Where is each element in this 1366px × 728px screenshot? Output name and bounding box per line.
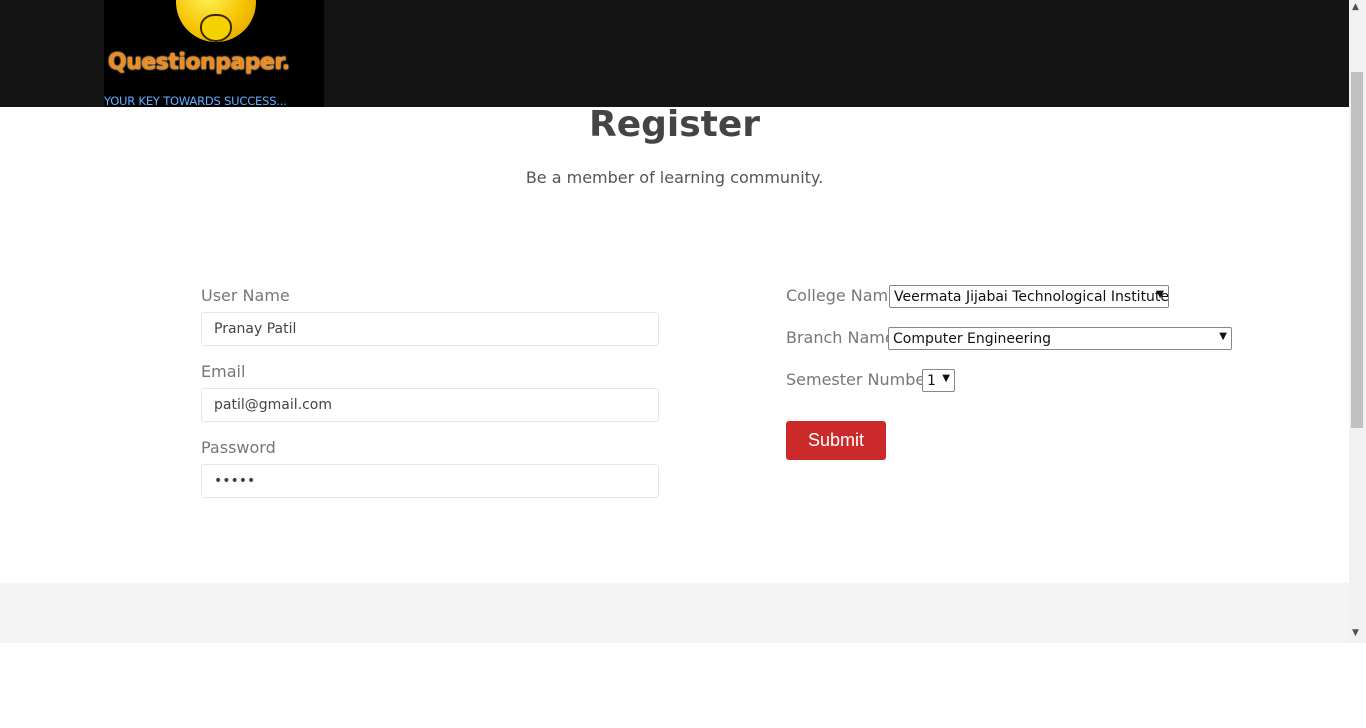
dropdown-arrow-icon: ▼ bbox=[942, 373, 950, 384]
email-value: patil@gmail.com bbox=[214, 397, 332, 413]
semester-selected-value: 1 bbox=[927, 372, 936, 389]
page-title: Register bbox=[588, 104, 761, 145]
password-input[interactable]: ••••• bbox=[201, 464, 659, 498]
page: Questionpaper. YOUR KEY TOWARDS SUCCESS.… bbox=[0, 0, 1349, 643]
footer bbox=[0, 583, 1349, 643]
username-label: User Name bbox=[201, 286, 290, 305]
page-subtitle: Be a member of learning community. bbox=[525, 168, 824, 187]
password-value: ••••• bbox=[214, 473, 256, 489]
username-input[interactable]: Pranay Patil bbox=[201, 312, 659, 346]
scroll-down-arrow-icon[interactable]: ▼ bbox=[1352, 628, 1359, 638]
college-selected-value: Veermata Jijabai Technological Institute bbox=[894, 288, 1170, 305]
logo-brand-text: Questionpaper. bbox=[108, 50, 290, 75]
site-logo[interactable]: Questionpaper. YOUR KEY TOWARDS SUCCESS.… bbox=[104, 0, 324, 107]
dropdown-arrow-icon: ▼ bbox=[1156, 289, 1164, 300]
college-select[interactable]: Veermata Jijabai Technological Institute… bbox=[889, 285, 1169, 308]
branch-label: Branch Name bbox=[786, 328, 895, 347]
submit-button[interactable]: Submit bbox=[786, 421, 886, 460]
scroll-thumb[interactable] bbox=[1351, 72, 1363, 428]
username-value: Pranay Patil bbox=[214, 321, 297, 337]
scroll-up-arrow-icon[interactable]: ▲ bbox=[1352, 2, 1359, 12]
vertical-scrollbar[interactable]: ▲ ▼ bbox=[1349, 0, 1366, 643]
top-navbar: Questionpaper. YOUR KEY TOWARDS SUCCESS.… bbox=[0, 0, 1349, 107]
semester-label: Semester Number bbox=[786, 370, 932, 389]
email-label: Email bbox=[201, 362, 246, 381]
email-input[interactable]: patil@gmail.com bbox=[201, 388, 659, 422]
dropdown-arrow-icon: ▼ bbox=[1219, 331, 1227, 342]
smiley-hand-icon bbox=[200, 14, 232, 42]
password-label: Password bbox=[201, 438, 276, 457]
college-label: College Name bbox=[786, 286, 898, 305]
semester-select[interactable]: 1 ▼ bbox=[922, 369, 955, 392]
branch-selected-value: Computer Engineering bbox=[893, 330, 1052, 347]
branch-select[interactable]: Computer Engineering ▼ bbox=[888, 327, 1232, 350]
